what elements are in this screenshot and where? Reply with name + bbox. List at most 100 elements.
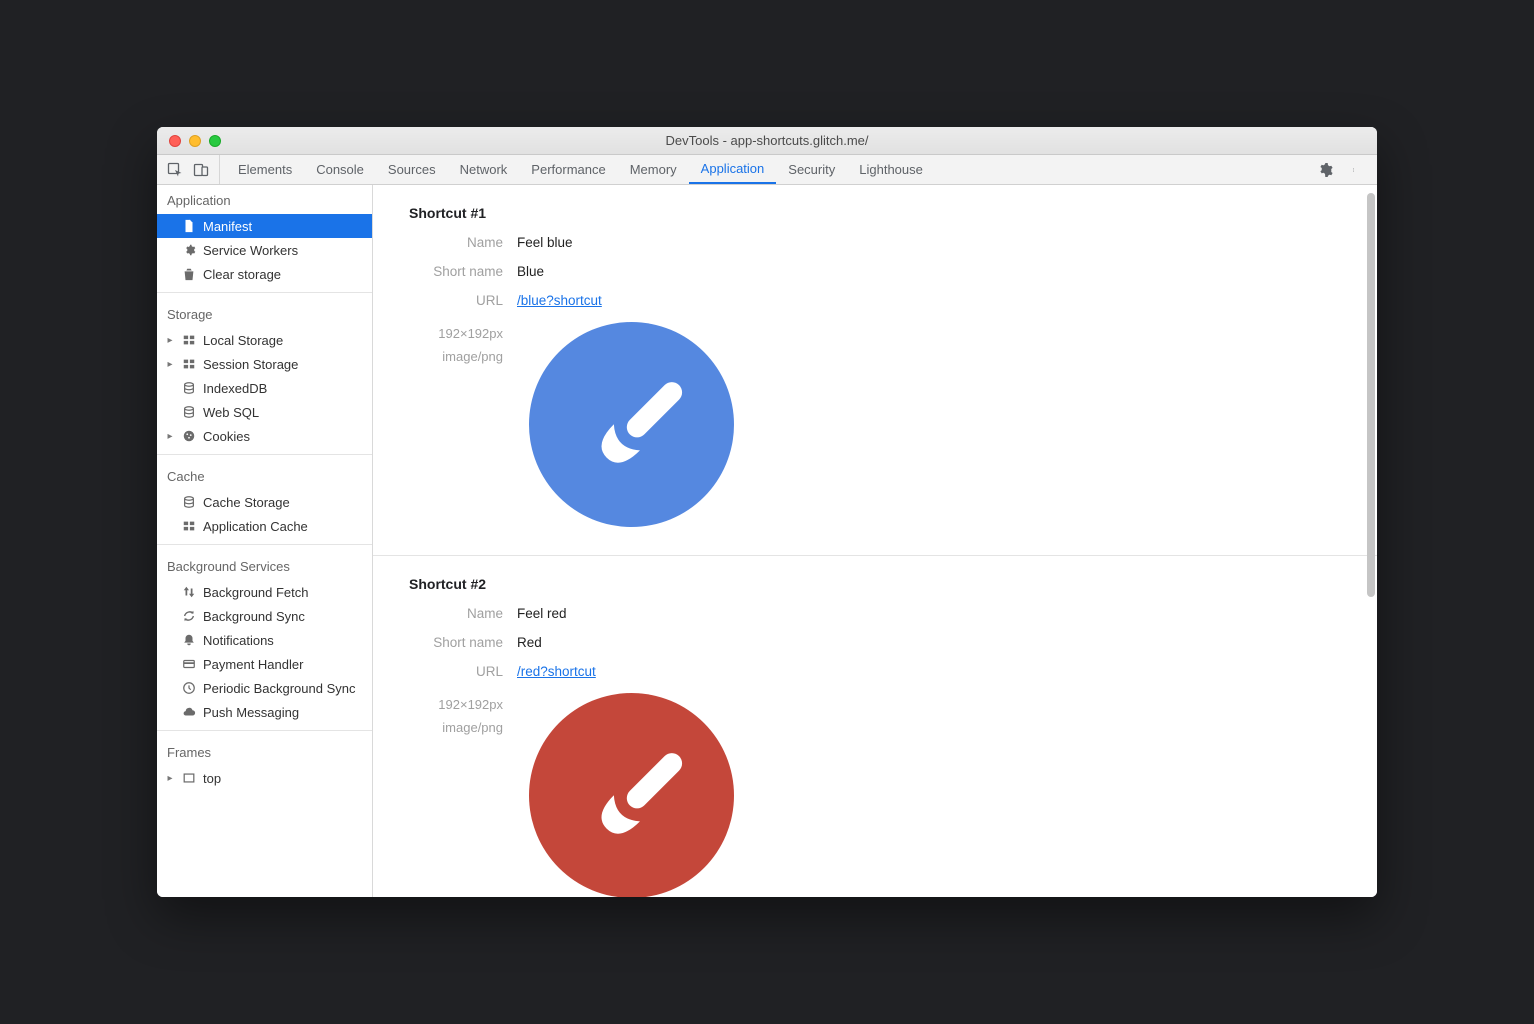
field-value-url: /blue?shortcut [517,293,602,308]
inspect-element-icon[interactable] [167,162,183,178]
sidebar-item-indexeddb[interactable]: IndexedDB [157,376,372,400]
sidebar-item-session-storage[interactable]: ▸ Session Storage [157,352,372,376]
sidebar-item-web-sql[interactable]: Web SQL [157,400,372,424]
sidebar-item-background-fetch[interactable]: Background Fetch [157,580,372,604]
sidebar-group-storage: Storage [157,299,372,328]
grid-icon [181,356,197,372]
tab-security[interactable]: Security [776,155,847,184]
bell-icon [181,632,197,648]
mac-titlebar: DevTools - app-shortcuts.glitch.me/ [157,127,1377,155]
field-value-name: Feel blue [517,235,573,250]
scrollbar[interactable] [1367,193,1375,889]
sidebar-group-cache: Cache [157,461,372,490]
expand-arrow-icon: ▸ [165,431,175,442]
field-value-name: Feel red [517,606,567,621]
settings-gear-icon[interactable] [1317,162,1333,178]
tab-lighthouse[interactable]: Lighthouse [847,155,935,184]
tab-elements[interactable]: Elements [226,155,304,184]
sidebar-item-label: Application Cache [203,519,308,534]
window-title: DevTools - app-shortcuts.glitch.me/ [157,133,1377,148]
shortcut-heading: Shortcut #2 [409,576,1377,592]
more-menu-icon[interactable] [1347,162,1363,178]
zoom-window-button[interactable] [209,135,221,147]
grid-icon [181,332,197,348]
sidebar-item-label: Service Workers [203,243,298,258]
file-icon [181,218,197,234]
tab-network[interactable]: Network [448,155,520,184]
icon-meta: 192×192pximage/png [409,693,517,740]
scrollbar-thumb[interactable] [1367,193,1375,597]
sidebar-group-frames: Frames [157,737,372,766]
brush-icon [529,693,734,897]
devtools-tabbar: ElementsConsoleSourcesNetworkPerformance… [157,155,1377,185]
icon-meta: 192×192pximage/png [409,322,517,369]
brush-icon [529,322,734,527]
sidebar-item-label: Push Messaging [203,705,299,720]
sidebar-item-clear-storage[interactable]: Clear storage [157,262,372,286]
tab-memory[interactable]: Memory [618,155,689,184]
cloud-icon [181,704,197,720]
sidebar-item-label: Session Storage [203,357,298,372]
card-icon [181,656,197,672]
sidebar-item-cookies[interactable]: ▸ Cookies [157,424,372,448]
sidebar-item-background-sync[interactable]: Background Sync [157,604,372,628]
shortcut-icon-preview [529,322,734,527]
sidebar-item-push-messaging[interactable]: Push Messaging [157,700,372,724]
sidebar-item-periodic-background-sync[interactable]: Periodic Background Sync [157,676,372,700]
devtools-window: DevTools - app-shortcuts.glitch.me/ Elem… [157,127,1377,897]
sidebar-item-manifest[interactable]: Manifest [157,214,372,238]
content-area: Application Manifest Service Workers Clear … [157,185,1377,897]
sidebar-item-service-workers[interactable]: Service Workers [157,238,372,262]
sidebar-item-label: Web SQL [203,405,259,420]
shortcut-heading: Shortcut #1 [409,205,1377,221]
sidebar-group-application: Application [157,185,372,214]
sidebar-item-label: Manifest [203,219,252,234]
expand-arrow-icon: ▸ [165,773,175,784]
tab-application[interactable]: Application [689,155,777,184]
shortcut-url-link[interactable]: /red?shortcut [517,664,596,679]
sidebar-item-local-storage[interactable]: ▸ Local Storage [157,328,372,352]
sidebar-item-label: Background Sync [203,609,305,624]
application-sidebar: Application Manifest Service Workers Clear … [157,185,373,897]
sidebar-item-label: Clear storage [203,267,281,282]
clock-icon [181,680,197,696]
sync-icon [181,608,197,624]
database-icon [181,380,197,396]
expand-arrow-icon: ▸ [165,359,175,370]
sidebar-item-label: Cache Storage [203,495,290,510]
sidebar-item-label: Local Storage [203,333,283,348]
device-toolbar-icon[interactable] [193,162,209,178]
field-value-short_name: Red [517,635,542,650]
database-icon [181,494,197,510]
traffic-lights [169,135,221,147]
sidebar-item-cache-storage[interactable]: Cache Storage [157,490,372,514]
frame-icon [181,770,197,786]
gear-icon [181,242,197,258]
updown-icon [181,584,197,600]
database-icon [181,404,197,420]
shortcut-block-1: Shortcut #1NameFeel blueShort nameBlueUR… [373,185,1377,556]
sidebar-item-label: Cookies [203,429,250,444]
tab-console[interactable]: Console [304,155,376,184]
sidebar-group-background-services: Background Services [157,551,372,580]
close-window-button[interactable] [169,135,181,147]
grid-icon [181,518,197,534]
sidebar-item-application-cache[interactable]: Application Cache [157,514,372,538]
field-label-url: URL [409,293,517,308]
tab-performance[interactable]: Performance [519,155,617,184]
minimize-window-button[interactable] [189,135,201,147]
field-label-name: Name [409,235,517,250]
expand-arrow-icon: ▸ [165,335,175,346]
sidebar-item-label: Background Fetch [203,585,309,600]
shortcut-url-link[interactable]: /blue?shortcut [517,293,602,308]
cookie-icon [181,428,197,444]
shortcut-icon-preview [529,693,734,897]
sidebar-item-payment-handler[interactable]: Payment Handler [157,652,372,676]
tab-sources[interactable]: Sources [376,155,448,184]
sidebar-item-label: top [203,771,221,786]
field-label-name: Name [409,606,517,621]
trash-icon [181,266,197,282]
shortcut-block-2: Shortcut #2NameFeel redShort nameRedURL/… [373,556,1377,897]
sidebar-item-notifications[interactable]: Notifications [157,628,372,652]
sidebar-item-top[interactable]: ▸ top [157,766,372,790]
